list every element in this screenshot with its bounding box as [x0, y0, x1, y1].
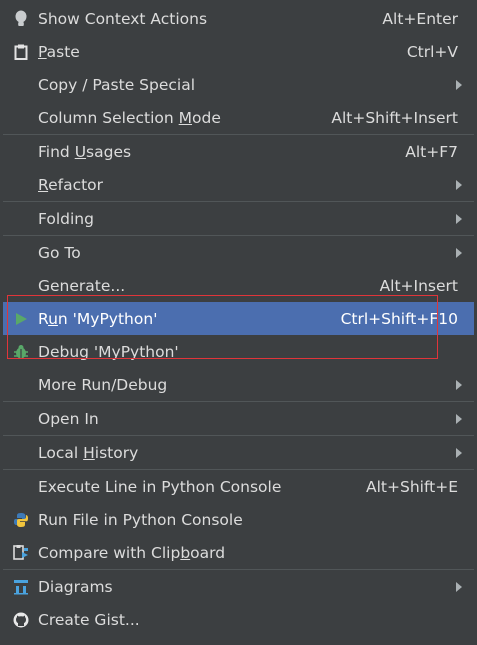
github-icon [11, 603, 31, 636]
menu-item-run-mypython[interactable]: Run 'MyPython' Ctrl+Shift+F10 [3, 302, 474, 335]
menu-item-open-in[interactable]: Open In [3, 402, 474, 435]
submenu-arrow-icon [456, 581, 462, 592]
diagram-icon [11, 570, 31, 603]
submenu-arrow-icon [456, 179, 462, 190]
bulb-icon [11, 2, 31, 35]
menu-item-label: Create Gist... [38, 610, 140, 629]
menu-item-label: Diagrams [38, 577, 113, 596]
menu-item-label: Generate... [38, 276, 126, 295]
menu-item-label: Local History [38, 443, 139, 462]
menu-item-run-file-in-console[interactable]: Run File in Python Console [3, 503, 474, 536]
submenu-arrow-icon [456, 213, 462, 224]
menu-item-shortcut: Alt+Shift+Insert [331, 108, 458, 127]
menu-item-label: Run 'MyPython' [38, 309, 158, 328]
menu-item-label: Debug 'MyPython' [38, 342, 179, 361]
menu-item-paste[interactable]: Paste Ctrl+V [3, 35, 474, 68]
menu-item-column-selection-mode[interactable]: Column Selection Mode Alt+Shift+Insert [3, 101, 474, 134]
submenu-arrow-icon [456, 379, 462, 390]
menu-item-label: Open In [38, 409, 99, 428]
menu-item-shortcut: Alt+Insert [379, 276, 458, 295]
menu-item-label: More Run/Debug [38, 375, 168, 394]
menu-item-label: Show Context Actions [38, 9, 208, 28]
menu-item-label: Run File in Python Console [38, 510, 243, 529]
submenu-arrow-icon [456, 79, 462, 90]
menu-item-folding[interactable]: Folding [3, 202, 474, 235]
menu-item-label: Column Selection Mode [38, 108, 221, 127]
menu-item-label: Execute Line in Python Console [38, 477, 282, 496]
menu-item-shortcut: Ctrl+V [406, 42, 458, 61]
menu-item-go-to[interactable]: Go To [3, 236, 474, 269]
editor-context-menu: Show Context Actions Alt+Enter Paste Ctr… [3, 2, 474, 641]
menu-item-label: Refactor [38, 175, 104, 194]
menu-item-debug-mypython[interactable]: Debug 'MyPython' [3, 335, 474, 368]
menu-item-copy-paste-special[interactable]: Copy / Paste Special [3, 68, 474, 101]
menu-item-show-context-actions[interactable]: Show Context Actions Alt+Enter [3, 2, 474, 35]
python-icon [11, 503, 31, 536]
run-icon [11, 302, 31, 335]
menu-item-more-run-debug[interactable]: More Run/Debug [3, 368, 474, 401]
menu-item-label: Go To [38, 243, 81, 262]
menu-item-compare-with-clipboard[interactable]: Compare with Clipboard [3, 536, 474, 569]
menu-item-generate[interactable]: Generate... Alt+Insert [3, 269, 474, 302]
submenu-arrow-icon [456, 447, 462, 458]
compare-icon [11, 536, 31, 569]
clipboard-icon [11, 35, 31, 68]
menu-item-refactor[interactable]: Refactor [3, 168, 474, 201]
menu-item-create-gist[interactable]: Create Gist... [3, 603, 474, 636]
menu-item-shortcut: Alt+F7 [405, 142, 458, 161]
submenu-arrow-icon [456, 247, 462, 258]
menu-item-label: Compare with Clipboard [38, 543, 226, 562]
menu-item-shortcut: Alt+Enter [382, 9, 458, 28]
menu-item-find-usages[interactable]: Find Usages Alt+F7 [3, 135, 474, 168]
menu-item-label: Find Usages [38, 142, 132, 161]
submenu-arrow-icon [456, 413, 462, 424]
menu-item-label: Paste [38, 42, 80, 61]
menu-item-local-history[interactable]: Local History [3, 436, 474, 469]
menu-item-shortcut: Alt+Shift+E [366, 477, 458, 496]
menu-item-diagrams[interactable]: Diagrams [3, 570, 474, 603]
menu-item-label: Folding [38, 209, 94, 228]
debug-icon [11, 335, 31, 368]
menu-item-execute-line[interactable]: Execute Line in Python Console Alt+Shift… [3, 470, 474, 503]
menu-item-label: Copy / Paste Special [38, 75, 196, 94]
menu-item-shortcut: Ctrl+Shift+F10 [340, 309, 458, 328]
